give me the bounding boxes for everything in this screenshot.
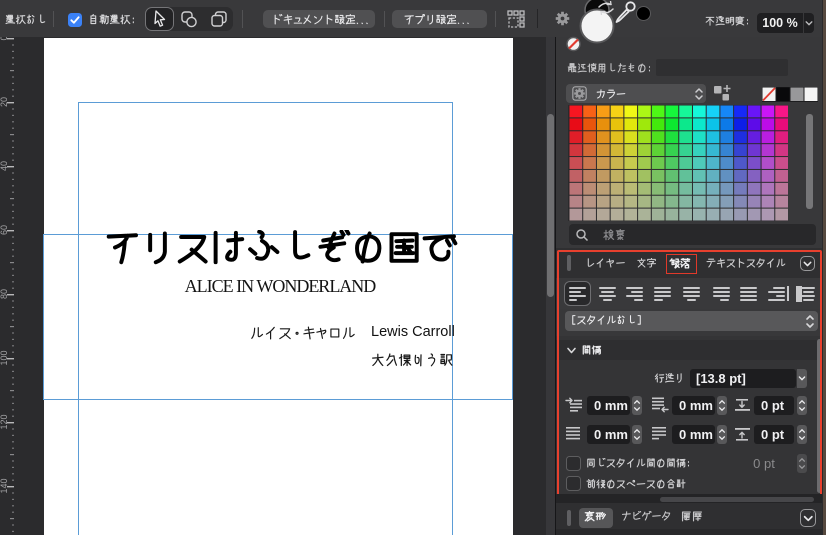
svg-text:60: 60 xyxy=(0,225,9,235)
svg-text:140: 140 xyxy=(0,478,9,493)
svg-text:120: 120 xyxy=(0,414,9,429)
svg-text:100: 100 xyxy=(0,350,9,365)
svg-text:20: 20 xyxy=(0,97,9,107)
svg-text:0: 0 xyxy=(0,37,9,41)
svg-text:40: 40 xyxy=(0,161,9,171)
